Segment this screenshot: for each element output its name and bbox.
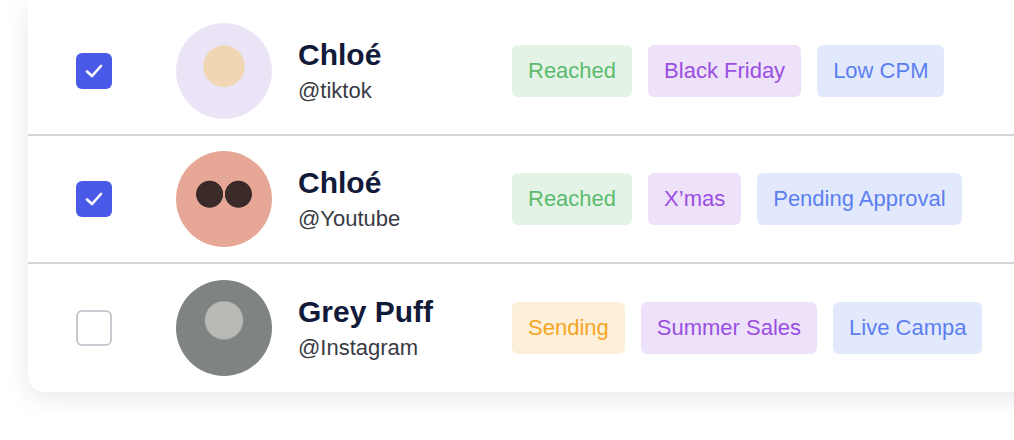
- creator-table: Chloé@tiktokReachedBlack FridayLow CPMCh…: [28, 0, 1014, 392]
- tag[interactable]: X’mas: [648, 173, 741, 225]
- check-icon: [83, 188, 105, 210]
- tag-list: Reached X’mas Pending Approval: [512, 173, 962, 225]
- table-row[interactable]: Chloé @tiktokReached Black Friday Low CPM: [28, 8, 1014, 136]
- tag[interactable]: Low CPM: [817, 45, 944, 97]
- tag[interactable]: Sending: [512, 302, 625, 354]
- tag[interactable]: Pending Approval: [757, 173, 961, 225]
- tag[interactable]: Reached: [512, 45, 632, 97]
- check-icon: [83, 60, 105, 82]
- table-row[interactable]: Chloé @YoutubeReached X’mas Pending Approva…: [28, 136, 1014, 264]
- tag[interactable]: Live Campa: [833, 302, 982, 354]
- creator-handle: @Instagram: [298, 334, 512, 362]
- avatar-photo: [176, 151, 272, 247]
- avatar-photo: [176, 23, 272, 119]
- creator-handle: @tiktok: [298, 77, 512, 105]
- tag[interactable]: Black Friday: [648, 45, 801, 97]
- tag-list: Sending Summer Sales Live Campa: [512, 302, 982, 354]
- avatar-photo: [176, 280, 272, 376]
- row-checkbox[interactable]: [76, 53, 112, 89]
- tag-list: Reached Black Friday Low CPM: [512, 45, 944, 97]
- creator-info: Chloé @Youtube: [298, 165, 512, 233]
- creator-handle: @Youtube: [298, 205, 512, 233]
- tag[interactable]: Reached: [512, 173, 632, 225]
- creator-name: Grey Puff: [298, 294, 512, 330]
- creator-name: Chloé: [298, 165, 512, 201]
- creator-info: Chloé @tiktok: [298, 37, 512, 105]
- creator-name: Chloé: [298, 37, 512, 73]
- creator-info: Grey Puff @Instagram: [298, 294, 512, 362]
- row-checkbox[interactable]: [76, 181, 112, 217]
- table-row[interactable]: Grey Puff @InstagramSending Summer Sales Li…: [28, 264, 1014, 392]
- row-checkbox[interactable]: [76, 310, 112, 346]
- tag[interactable]: Summer Sales: [641, 302, 817, 354]
